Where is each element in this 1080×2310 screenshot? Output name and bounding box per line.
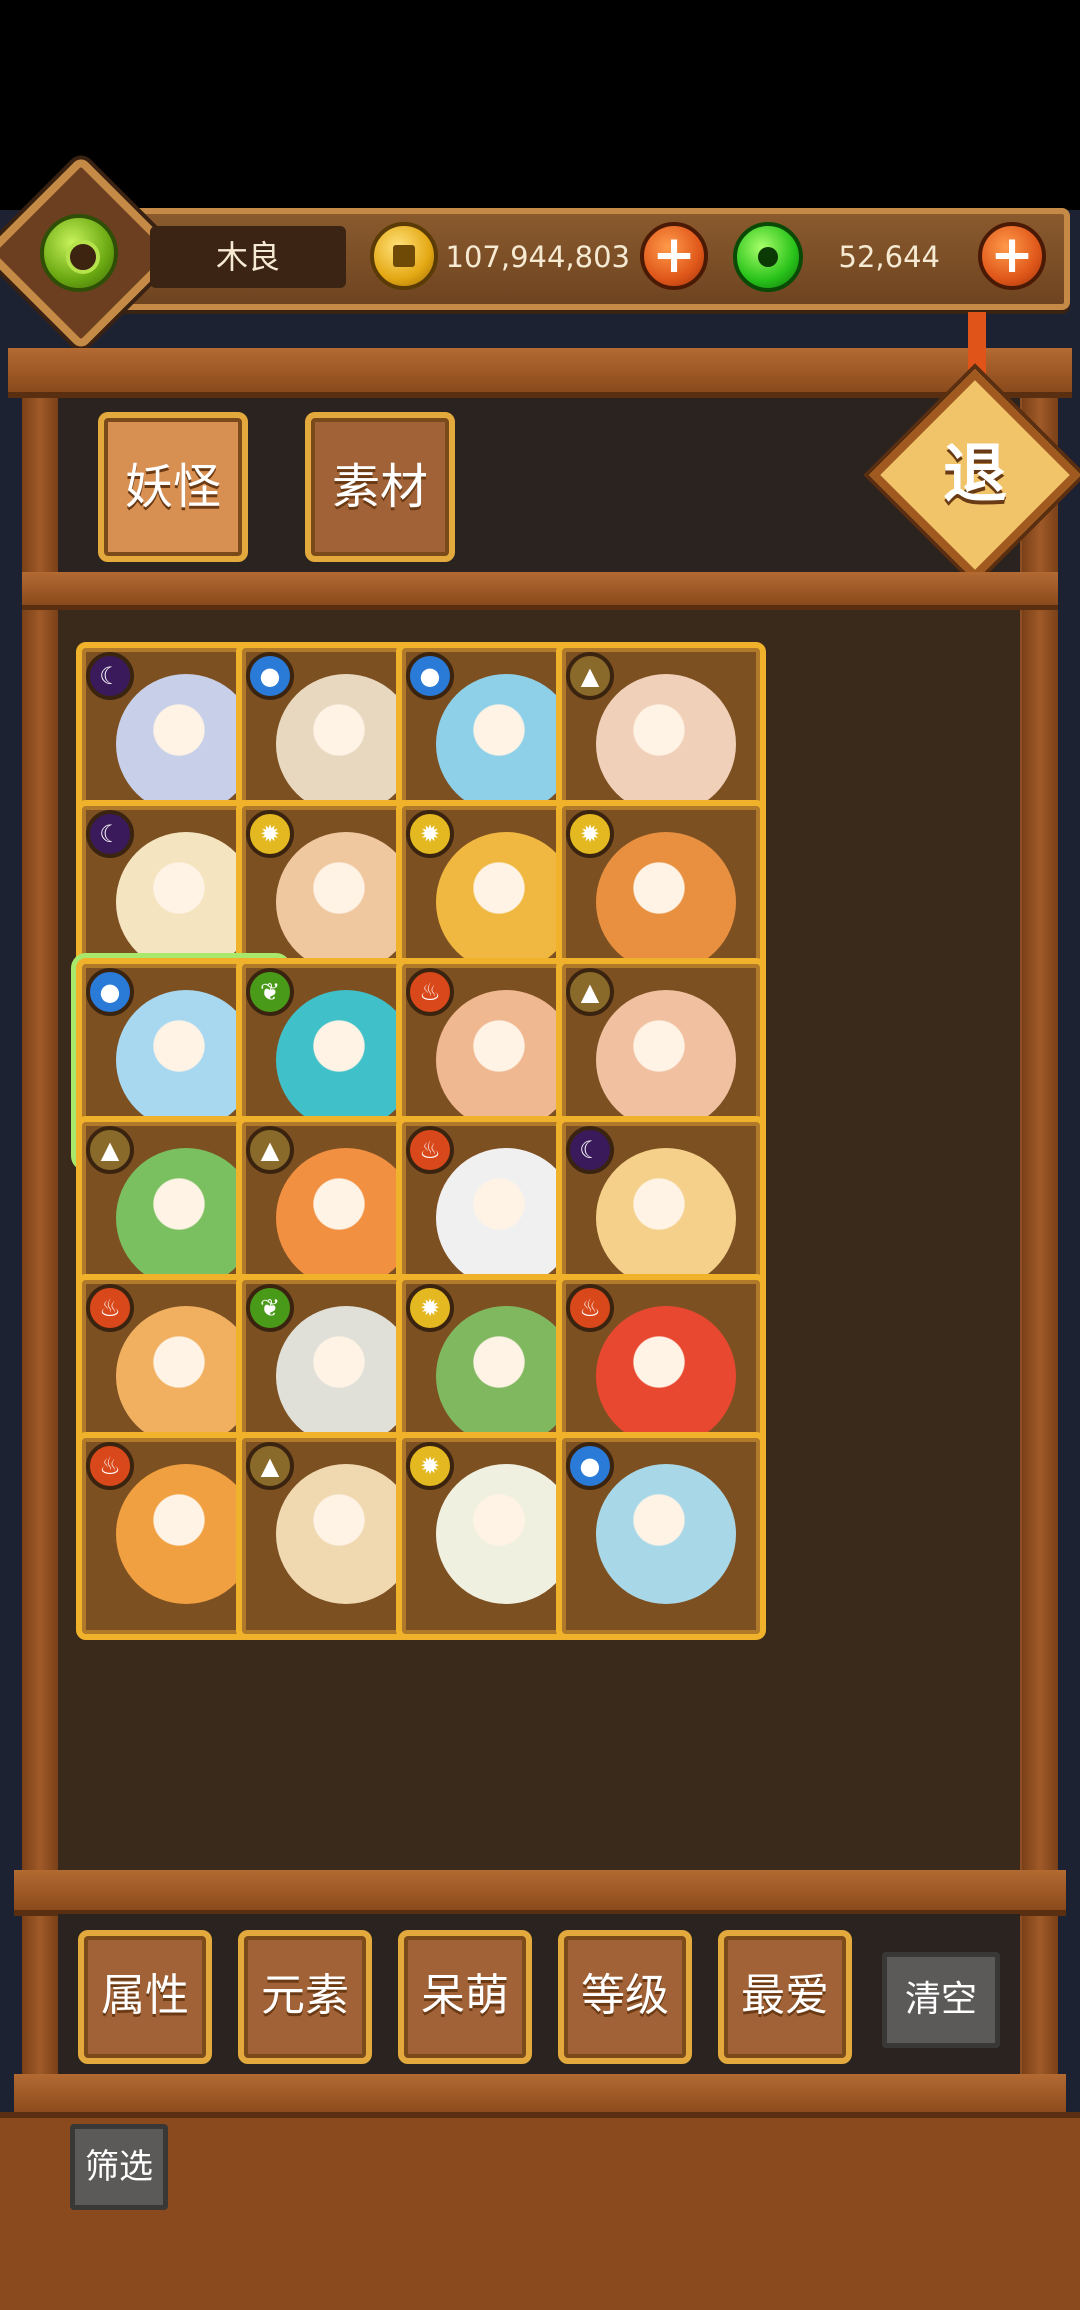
monster-portrait bbox=[116, 1306, 256, 1446]
dark-icon: ☾ bbox=[566, 1126, 614, 1174]
monster-portrait bbox=[116, 1148, 256, 1288]
light-icon: ✹ bbox=[406, 1442, 454, 1490]
monster-grid[interactable]: ☾LV.30●LV.30●LV.30▲LV.30☾LV.1✹LV.30✹LV.3… bbox=[58, 610, 1020, 1872]
monster-portrait bbox=[596, 990, 736, 1130]
wood-icon: ❦ bbox=[246, 968, 294, 1016]
filter-element-button[interactable]: 元素 bbox=[238, 1930, 372, 2064]
exit-button[interactable]: 退 bbox=[900, 400, 1050, 550]
monster-portrait bbox=[436, 674, 576, 814]
jade-icon bbox=[733, 222, 803, 292]
monster-portrait bbox=[276, 832, 416, 972]
fire-icon: ♨ bbox=[86, 1442, 134, 1490]
cabinet-shelf-beam bbox=[14, 1870, 1066, 1916]
clear-filter-button[interactable]: 清空 bbox=[882, 1952, 1000, 2048]
monster-portrait bbox=[436, 1148, 576, 1288]
jade-emblem-icon[interactable] bbox=[40, 214, 118, 292]
wood-icon: ❦ bbox=[246, 1284, 294, 1332]
fire-icon: ♨ bbox=[86, 1284, 134, 1332]
water-icon: ● bbox=[406, 652, 454, 700]
earth-icon: ▲ bbox=[566, 968, 614, 1016]
jade-count: 52,644 bbox=[838, 240, 940, 274]
monster-portrait bbox=[436, 990, 576, 1130]
cabinet-right-post bbox=[1022, 390, 1058, 2110]
monster-portrait bbox=[596, 674, 736, 814]
light-icon: ✹ bbox=[406, 1284, 454, 1332]
monster-portrait bbox=[276, 1464, 416, 1604]
filter-attribute-button[interactable]: 属性 bbox=[78, 1930, 212, 2064]
earth-icon: ▲ bbox=[246, 1442, 294, 1490]
monster-portrait bbox=[116, 674, 256, 814]
earth-icon: ▲ bbox=[566, 652, 614, 700]
player-name: 木良 bbox=[150, 226, 346, 288]
monster-portrait bbox=[436, 832, 576, 972]
monster-card[interactable]: ● bbox=[556, 1432, 766, 1640]
monster-portrait bbox=[116, 832, 256, 972]
monster-portrait bbox=[276, 1306, 416, 1446]
water-icon: ● bbox=[86, 968, 134, 1016]
dark-icon: ☾ bbox=[86, 810, 134, 858]
earth-icon: ▲ bbox=[246, 1126, 294, 1174]
top-blank-area bbox=[0, 0, 1080, 210]
cabinet-left-post bbox=[22, 390, 58, 2110]
cabinet-top-beam bbox=[8, 348, 1072, 398]
filter-favorite-button[interactable]: 最爱 bbox=[718, 1930, 852, 2064]
water-icon: ● bbox=[566, 1442, 614, 1490]
monster-portrait bbox=[596, 1148, 736, 1288]
tab-materials[interactable]: 素材 bbox=[305, 412, 455, 562]
monster-portrait bbox=[596, 1464, 736, 1604]
cabinet-bottom-beam bbox=[14, 2074, 1066, 2114]
filter-toggle-button[interactable]: 筛选 bbox=[70, 2124, 168, 2210]
monster-portrait bbox=[436, 1464, 576, 1604]
cabinet-mid-beam bbox=[22, 572, 1058, 610]
monster-portrait bbox=[276, 1148, 416, 1288]
tab-monsters[interactable]: 妖怪 bbox=[98, 412, 248, 562]
light-icon: ✹ bbox=[406, 810, 454, 858]
earth-icon: ▲ bbox=[86, 1126, 134, 1174]
filter-level-button[interactable]: 等级 bbox=[558, 1930, 692, 2064]
fire-icon: ♨ bbox=[566, 1284, 614, 1332]
monster-portrait bbox=[596, 1306, 736, 1446]
monster-portrait bbox=[116, 1464, 256, 1604]
light-icon: ✹ bbox=[566, 810, 614, 858]
monster-portrait bbox=[596, 832, 736, 972]
monster-portrait bbox=[276, 990, 416, 1130]
fire-icon: ♨ bbox=[406, 968, 454, 1016]
coin-count: 107,944,803 bbox=[445, 240, 631, 274]
monster-portrait bbox=[436, 1306, 576, 1446]
fire-icon: ♨ bbox=[406, 1126, 454, 1174]
monster-portrait bbox=[276, 674, 416, 814]
coin-icon bbox=[370, 222, 438, 290]
filter-cute-button[interactable]: 呆萌 bbox=[398, 1930, 532, 2064]
water-icon: ● bbox=[246, 652, 294, 700]
add-jade-button[interactable]: + bbox=[978, 222, 1046, 290]
add-coins-button[interactable]: + bbox=[640, 222, 708, 290]
dark-icon: ☾ bbox=[86, 652, 134, 700]
monster-portrait bbox=[116, 990, 256, 1130]
light-icon: ✹ bbox=[246, 810, 294, 858]
